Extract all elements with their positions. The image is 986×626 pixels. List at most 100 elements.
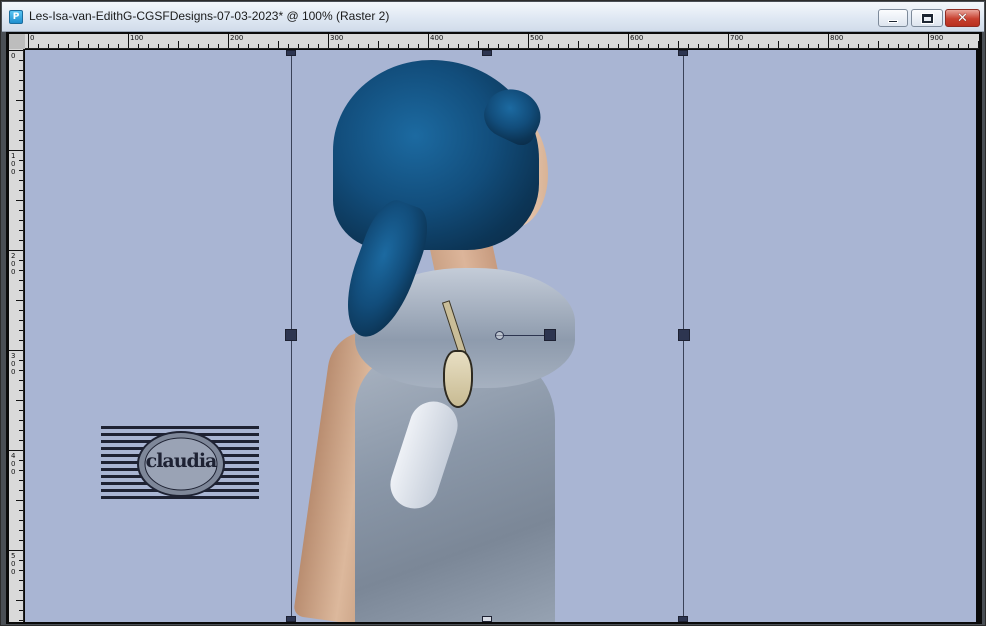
close-button[interactable]: ✕	[945, 9, 980, 27]
ruler-tick	[9, 50, 23, 51]
ruler-tick	[668, 44, 669, 48]
ruler-label: 2 0 0	[11, 252, 16, 276]
vertical-ruler[interactable]: 0 1 0 0 2 0 0 3 0 0 4 0 0 5 0 0	[9, 49, 24, 622]
ruler-label: 0	[30, 34, 35, 42]
ruler-tick	[108, 44, 109, 48]
ruler-tick	[428, 34, 429, 48]
handle-middle-left[interactable]	[285, 329, 297, 341]
ruler-tick	[19, 320, 23, 321]
ruler-tick	[19, 410, 23, 411]
ruler-tick	[478, 41, 479, 48]
ruler-tick	[738, 44, 739, 48]
ruler-label: 100	[130, 34, 144, 42]
ruler-tick	[19, 60, 23, 61]
ruler-label: 700	[730, 34, 744, 42]
ruler-tick	[19, 530, 23, 531]
ruler-tick	[548, 44, 549, 48]
pivot-point[interactable]	[495, 331, 504, 340]
ruler-tick	[748, 44, 749, 48]
ruler-tick	[19, 210, 23, 211]
ruler-label: 200	[230, 34, 244, 42]
ruler-tick	[488, 44, 489, 48]
minimize-icon	[888, 19, 898, 23]
ruler-tick	[688, 44, 689, 48]
ruler-tick	[158, 44, 159, 48]
ruler-tick	[878, 41, 879, 48]
close-icon: ✕	[957, 10, 968, 26]
window-title: Les-Isa-van-EdithG-CGSFDesigns-07-03-202…	[29, 9, 390, 23]
ruler-tick	[858, 44, 859, 48]
ruler-tick	[118, 44, 119, 48]
ruler-tick	[438, 44, 439, 48]
handle-bottom-right[interactable]	[678, 616, 688, 622]
ruler-tick	[588, 44, 589, 48]
ruler-tick	[198, 44, 199, 48]
ruler-tick	[398, 44, 399, 48]
ruler-tick	[628, 34, 629, 48]
handle-middle-right[interactable]	[678, 329, 690, 341]
ruler-tick	[678, 41, 679, 48]
ruler-tick	[698, 44, 699, 48]
ruler-tick	[338, 44, 339, 48]
ruler-tick	[19, 80, 23, 81]
ruler-tick	[528, 34, 529, 48]
handle-top-left[interactable]	[286, 50, 296, 56]
ruler-corner	[9, 34, 25, 49]
ruler-tick	[918, 44, 919, 48]
ruler-tick	[228, 34, 229, 48]
ruler-tick	[19, 390, 23, 391]
ruler-tick	[238, 44, 239, 48]
ruler-tick	[188, 44, 189, 48]
ruler-tick	[19, 540, 23, 541]
ruler-tick	[568, 44, 569, 48]
rotation-handle[interactable]	[544, 329, 556, 341]
maximize-button[interactable]	[911, 9, 943, 27]
ruler-tick	[208, 44, 209, 48]
app-icon: P	[9, 10, 23, 24]
ruler-tick	[19, 260, 23, 261]
ruler-tick	[598, 44, 599, 48]
title-bar[interactable]: P Les-Isa-van-EdithG-CGSFDesigns-07-03-2…	[2, 2, 984, 32]
image-canvas[interactable]: claudia	[25, 50, 976, 622]
handle-bottom-left[interactable]	[286, 616, 296, 622]
watermark-text: claudia	[145, 450, 218, 472]
ruler-tick	[19, 160, 23, 161]
ruler-tick	[768, 44, 769, 48]
selection-bounds[interactable]	[291, 50, 684, 622]
handle-top-right[interactable]	[678, 50, 688, 56]
ruler-tick	[19, 490, 23, 491]
ruler-tick	[868, 44, 869, 48]
ruler-tick	[98, 44, 99, 48]
ruler-tick	[508, 44, 509, 48]
ruler-tick	[19, 220, 23, 221]
ruler-tick	[848, 44, 849, 48]
ruler-tick	[48, 44, 49, 48]
ruler-tick	[258, 44, 259, 48]
handle-bottom-center[interactable]	[482, 616, 492, 622]
ruler-tick	[16, 100, 23, 101]
ruler-tick	[9, 250, 23, 251]
ruler-label: 0	[11, 52, 16, 60]
ruler-tick	[708, 44, 709, 48]
watermark-logo: claudia	[101, 426, 259, 503]
ruler-tick	[448, 44, 449, 48]
ruler-tick	[658, 44, 659, 48]
ruler-tick	[16, 200, 23, 201]
ruler-tick	[268, 44, 269, 48]
ruler-tick	[538, 44, 539, 48]
ruler-tick	[88, 44, 89, 48]
ruler-label: 600	[630, 34, 644, 42]
ruler-tick	[19, 440, 23, 441]
handle-top-center[interactable]	[482, 50, 492, 56]
ruler-tick	[218, 44, 219, 48]
horizontal-ruler[interactable]: 0 100 200 300 400 500 600 700 800 900	[25, 34, 979, 49]
ruler-tick	[178, 41, 179, 48]
ruler-tick	[968, 44, 969, 48]
minimize-button[interactable]	[878, 9, 908, 27]
document-frame: 0 100 200 300 400 500 600 700 800 900 0 1 0 0 2 0 0…	[6, 32, 982, 624]
ruler-label: 800	[830, 34, 844, 42]
ruler-tick	[618, 44, 619, 48]
ruler-tick	[19, 520, 23, 521]
ruler-label: 1 0 0	[11, 152, 16, 176]
ruler-tick	[388, 44, 389, 48]
